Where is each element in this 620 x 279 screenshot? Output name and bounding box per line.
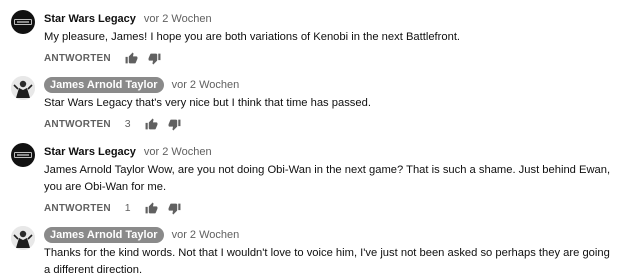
comment-body: Star Wars Legacy vor 2 Wochen James Arno… [44,143,612,217]
like-count: 1 [124,202,131,214]
reply-button[interactable]: ANTWORTEN [44,119,111,130]
comment-header: Star Wars Legacy vor 2 Wochen [44,143,612,161]
thumbs-up-icon[interactable] [145,202,158,215]
comment-actions: ANTWORTEN 3 [44,115,612,133]
thumbs-up-icon[interactable] [125,52,138,65]
timestamp[interactable]: vor 2 Wochen [144,146,212,158]
comment-body: James Arnold Taylor vor 2 Wochen Thanks … [44,226,612,279]
comment-header: James Arnold Taylor vor 2 Wochen [44,76,612,94]
author-name[interactable]: Star Wars Legacy [44,146,136,158]
comment-text: James Arnold Taylor Wow, are you not doi… [44,164,611,193]
comment-header: Star Wars Legacy vor 2 Wochen [44,10,612,28]
avatar[interactable] [11,226,35,250]
timestamp[interactable]: vor 2 Wochen [144,13,212,25]
avatar[interactable] [11,143,35,167]
channel-logo [14,152,32,158]
comment-text: Thanks for the kind words. Not that I wo… [44,247,610,276]
comment-header: James Arnold Taylor vor 2 Wochen [44,226,612,244]
comment-actions: ANTWORTEN [44,49,612,67]
comment-actions: ANTWORTEN 1 [44,199,612,217]
thumbs-down-icon[interactable] [148,52,161,65]
comment-body: James Arnold Taylor vor 2 Wochen Star Wa… [44,76,612,133]
thumbs-up-icon[interactable] [145,118,158,131]
comment-text: My pleasure, James! I hope you are both … [44,31,461,43]
thumbs-down-icon[interactable] [168,118,181,131]
author-name[interactable]: James Arnold Taylor [44,227,164,243]
reply-button[interactable]: ANTWORTEN [44,53,111,64]
timestamp[interactable]: vor 2 Wochen [172,229,240,241]
author-name[interactable]: James Arnold Taylor [44,77,164,93]
comment-text: Star Wars Legacy that's very nice but I … [44,97,371,109]
avatar[interactable] [11,76,35,100]
thumbs-down-icon[interactable] [168,202,181,215]
reply-button[interactable]: ANTWORTEN [44,203,111,214]
comment-body: Star Wars Legacy vor 2 Wochen My pleasur… [44,10,612,67]
timestamp[interactable]: vor 2 Wochen [172,79,240,91]
like-count: 3 [124,118,131,130]
channel-logo [14,19,32,25]
avatar[interactable] [11,10,35,34]
author-name[interactable]: Star Wars Legacy [44,13,136,25]
